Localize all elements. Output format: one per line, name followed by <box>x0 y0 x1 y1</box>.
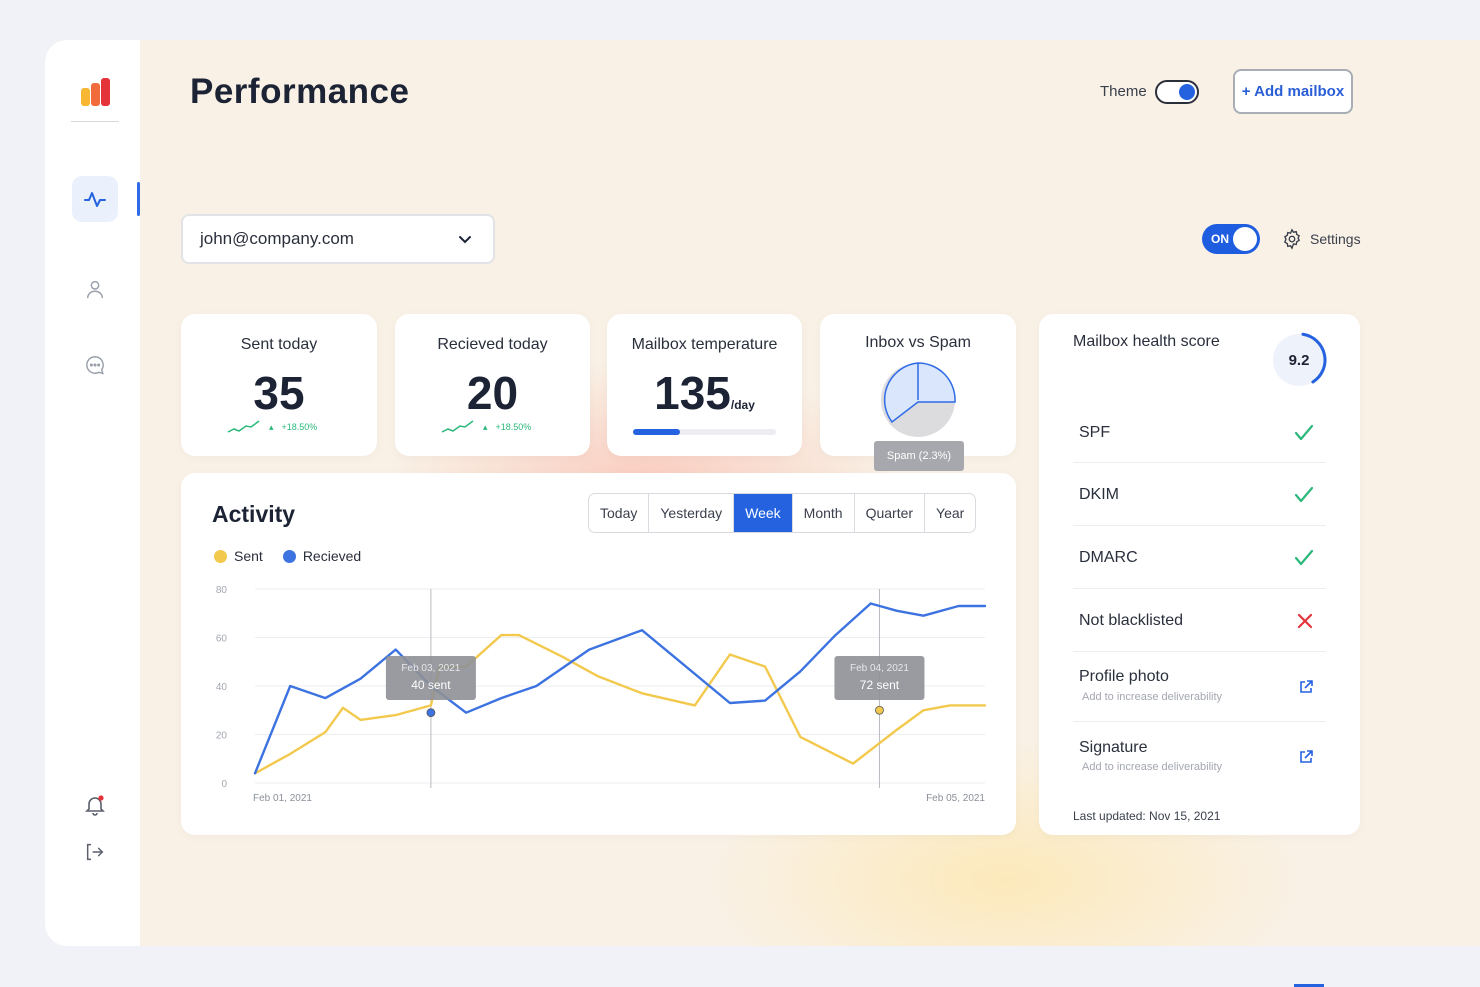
sidebar-item-notifications[interactable] <box>81 791 109 819</box>
stat-value: 135/day <box>607 366 802 420</box>
temperature-progress <box>633 429 776 435</box>
trend-up-icon: ▴ <box>483 421 488 432</box>
close-icon <box>1297 613 1313 629</box>
sent-today-card: Sent today 35 ▴ +18.50% <box>181 314 377 456</box>
health-row-label: DKIM <box>1079 486 1119 503</box>
mailbox-temperature-card: Mailbox temperature 135/day <box>607 314 802 456</box>
health-row-sub: Add to increase deliverability <box>1082 761 1223 773</box>
health-row-signature[interactable]: Signature Add to increase deliverability <box>1073 721 1326 793</box>
tooltip-value: 40 sent <box>411 678 451 692</box>
bell-icon <box>85 795 105 816</box>
tooltip-date: Feb 03, 2021 <box>401 663 460 674</box>
health-row-sub: Add to increase deliverability <box>1082 691 1223 703</box>
last-updated: Last updated: Nov 15, 2021 <box>1073 809 1221 823</box>
toggle-on-label: ON <box>1211 232 1229 246</box>
external-link-icon[interactable] <box>1298 679 1314 695</box>
chat-icon <box>86 356 104 375</box>
health-score-value: 9.2 <box>1289 352 1310 369</box>
inbox-spam-pie <box>881 362 956 437</box>
x-tick-label: Feb 01, 2021 <box>253 793 312 804</box>
health-score-ring: 9.2 <box>1273 332 1327 386</box>
tooltip-date: Feb 04, 2021 <box>850 663 909 674</box>
active-indicator <box>137 182 140 216</box>
activity-icon <box>84 192 106 207</box>
sparkline-icon <box>227 420 260 433</box>
stat-label: Inbox vs Spam <box>865 334 971 351</box>
settings-button[interactable]: Settings <box>1281 228 1361 250</box>
user-icon <box>86 280 104 299</box>
sidebar <box>45 40 140 946</box>
gear-icon <box>1283 228 1301 250</box>
mailbox-on-toggle[interactable]: ON <box>1202 224 1260 254</box>
y-tick-label: 0 <box>221 779 227 790</box>
check-icon <box>1294 486 1314 503</box>
toggle-knob <box>1233 227 1257 251</box>
temperature-progress-fill <box>633 429 681 435</box>
y-tick-label: 20 <box>216 731 228 742</box>
health-row-label: SPF <box>1079 424 1111 441</box>
stat-trend-value: +18.50% <box>495 422 532 432</box>
mailbox-select[interactable]: john@company.com <box>181 214 495 264</box>
y-tick-label: 40 <box>216 682 228 693</box>
received-today-card: Recieved today 20 ▴ +18.50% <box>395 314 590 456</box>
activity-card: Activity Today Yesterday Week Month Quar… <box>181 473 1016 835</box>
health-row-label: Signature <box>1079 739 1148 756</box>
health-row-blacklist: Not blacklisted <box>1073 588 1326 652</box>
spam-tooltip: Spam (2.3%) <box>874 441 964 471</box>
page-title: Performance <box>190 72 410 111</box>
theme-toggle[interactable] <box>1155 80 1199 104</box>
stat-value: 20 <box>466 367 519 419</box>
add-mailbox-button[interactable]: + Add mailbox <box>1233 69 1353 114</box>
chevron-down-icon <box>459 236 471 244</box>
check-icon <box>1294 549 1314 566</box>
y-tick-label: 80 <box>216 585 228 596</box>
logout-icon <box>86 843 104 861</box>
theme-label: Theme <box>1100 83 1147 100</box>
health-title: Mailbox health score <box>1073 333 1220 350</box>
stat-label: Mailbox temperature <box>631 336 778 353</box>
sidebar-item-performance[interactable] <box>72 176 118 222</box>
health-row-dmarc: DMARC <box>1073 525 1326 589</box>
sidebar-item-logout[interactable] <box>81 838 109 866</box>
temperature-unit: /day <box>730 398 755 412</box>
data-point-marker <box>426 708 436 718</box>
trend-up-icon: ▴ <box>269 421 274 432</box>
health-row-label: Not blacklisted <box>1079 612 1184 629</box>
stat-value: 35 <box>253 367 305 419</box>
activity-line-chart: 80 60 40 20 0 Feb 01, 2021 Feb 05, 2021 Feb 03,… <box>216 585 987 804</box>
mailbox-health-card: Mailbox health score 9.2 SPF DKIM DMARC … <box>1039 314 1360 835</box>
inbox-vs-spam-card: Inbox vs Spam Spam (2.3%) <box>820 314 1016 471</box>
stat-trend-value: +18.50% <box>281 422 318 432</box>
toggle-knob <box>1179 84 1195 100</box>
data-point-marker <box>875 705 884 715</box>
sidebar-item-messages[interactable] <box>81 351 109 379</box>
sidebar-divider <box>71 121 119 122</box>
external-link-icon[interactable] <box>1298 749 1314 765</box>
stat-label: Recieved today <box>437 336 548 353</box>
check-icon <box>1294 424 1314 441</box>
app-frame: Performance Theme + Add mailbox john@com… <box>45 40 1480 946</box>
health-row-profile-photo[interactable]: Profile photo Add to increase deliverabi… <box>1073 651 1326 722</box>
logo-icon <box>81 78 110 106</box>
mailbox-select-value: john@company.com <box>200 229 354 248</box>
stat-trend: ▴ +18.50% <box>441 420 531 434</box>
health-row-label: Profile photo <box>1079 668 1169 685</box>
sidebar-item-profile[interactable] <box>81 275 109 303</box>
tooltip-value: 72 sent <box>860 678 900 692</box>
x-tick-label: Feb 05, 2021 <box>926 793 985 804</box>
stat-trend: ▴ +18.50% <box>227 420 317 434</box>
series-line-sent <box>253 633 987 775</box>
health-row-label: DMARC <box>1079 549 1138 566</box>
health-row-dkim: DKIM <box>1073 462 1326 526</box>
health-row-spf: SPF <box>1073 400 1326 463</box>
y-tick-label: 60 <box>216 634 228 645</box>
settings-label: Settings <box>1310 231 1361 247</box>
stat-label: Sent today <box>240 336 318 353</box>
temperature-value: 135 <box>654 367 731 419</box>
sparkline-icon <box>441 420 474 433</box>
